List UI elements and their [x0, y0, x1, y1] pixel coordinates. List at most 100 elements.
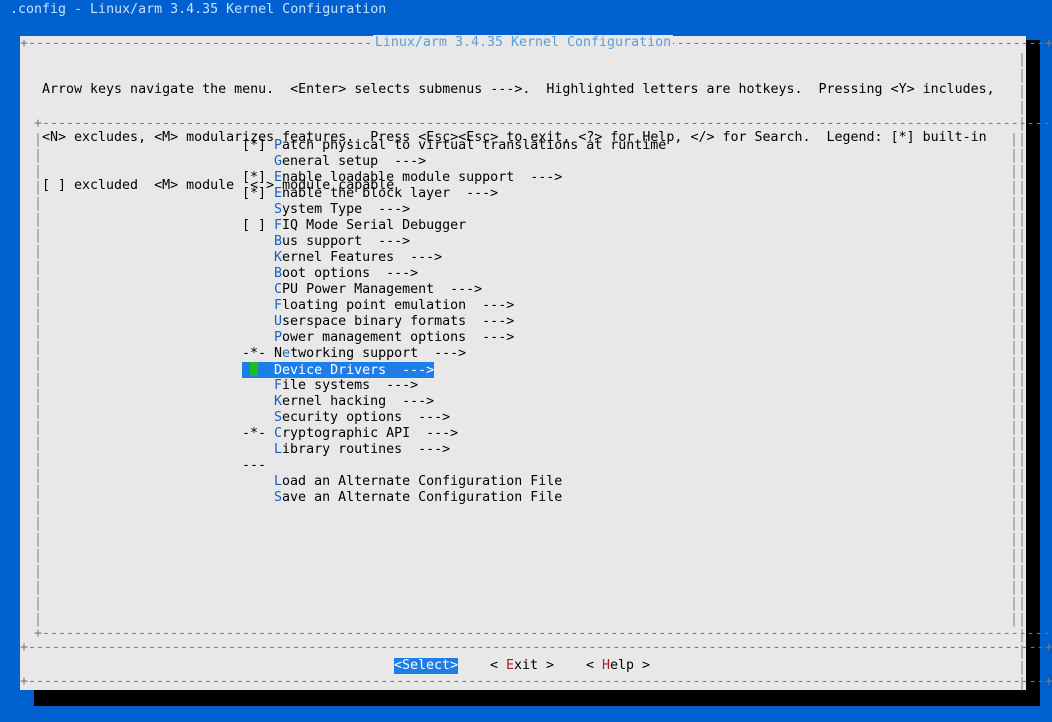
- menu-item-prefix: [242, 314, 274, 329]
- menu-box-border-right-segment: |: [1010, 340, 1019, 355]
- menu-box-border-right-segment: |: [1010, 484, 1019, 499]
- dialog-border-right-segment: |: [1018, 276, 1027, 291]
- menu-item-label: serspace binary formats --->: [282, 314, 515, 329]
- menu-box-border-left-segment: |: [34, 244, 43, 259]
- menu-item-label: ecurity options --->: [282, 410, 451, 425]
- menu-box-border-left-segment: |: [34, 308, 43, 323]
- dialog-border-right-segment: |: [1018, 452, 1027, 467]
- dialog-border-right-segment: |: [1018, 180, 1027, 195]
- dialog-border-right-segment: |: [1018, 260, 1027, 275]
- dialog-border-right-segment: |: [1018, 420, 1027, 435]
- menu-item[interactable]: Kernel hacking --->: [242, 394, 434, 410]
- menu-box-border-left-segment: |: [34, 580, 43, 595]
- menu-item[interactable]: [*] Patch physical to virtual translatio…: [242, 138, 666, 154]
- menu-item-hotkey: S: [274, 490, 283, 505]
- menu-box-border-right-segment: |: [1010, 132, 1019, 147]
- dialog-shadow-right: [1026, 40, 1040, 706]
- menu-item[interactable]: Floating point emulation --->: [242, 298, 514, 314]
- select-button[interactable]: <Select>: [394, 658, 459, 674]
- menu-item[interactable]: Security options --->: [242, 410, 450, 426]
- dialog-border-right-segment: |: [1018, 660, 1027, 675]
- menu-item-label: ibrary routines --->: [282, 442, 451, 457]
- menu-item[interactable]: [ ] FIQ Mode Serial Debugger: [242, 218, 466, 234]
- menu-item[interactable]: Power management options --->: [242, 330, 514, 346]
- menu-item-label: ystem Type --->: [282, 202, 411, 217]
- window-title: .config - Linux/arm 3.4.35 Kernel Config…: [10, 2, 387, 17]
- menu-item-prefix: [*]: [242, 186, 275, 201]
- help-button[interactable]: < Help >: [586, 658, 650, 674]
- menu-item[interactable]: CPU Power Management --->: [242, 282, 482, 298]
- menu-box-border-right-segment: |: [1010, 148, 1019, 163]
- menu-item-hotkey: F: [274, 378, 283, 393]
- menu-item[interactable]: General setup --->: [242, 154, 426, 170]
- menu-item-hotkey: B: [274, 234, 283, 249]
- menu-item[interactable]: File systems --->: [242, 378, 418, 394]
- menu-item[interactable]: Save an Alternate Configuration File: [242, 490, 562, 506]
- menu-box-border-right-segment: |: [1010, 580, 1019, 595]
- menu-item-hotkey: E: [274, 186, 283, 201]
- menu-item-label: us support --->: [282, 234, 411, 249]
- menu-box-border-right-segment: |: [1010, 468, 1019, 483]
- dialog-border-right-segment: |: [1018, 308, 1027, 323]
- menu-box-border-left-segment: |: [34, 324, 43, 339]
- menu-item-label: ower management options --->: [282, 330, 515, 345]
- menu-item[interactable]: Bus support --->: [242, 234, 410, 250]
- menu-item-label: PU Power Management --->: [282, 282, 483, 297]
- menu-item[interactable]: Library routines --->: [242, 442, 450, 458]
- menu-item[interactable]: Load an Alternate Configuration File: [242, 474, 562, 490]
- kernel-config-dialog: +---------------------------------------…: [20, 35, 1052, 691]
- dialog-border-right-segment: |: [1018, 212, 1027, 227]
- menu-item[interactable]: System Type --->: [242, 202, 410, 218]
- menu-item[interactable]: -*- Cryptographic API --->: [242, 426, 458, 442]
- menu-item[interactable]: [*] Enable the block layer --->: [242, 186, 498, 202]
- dialog-border-right-segment: |: [1018, 468, 1027, 483]
- menu-item-hotkey: e: [282, 346, 291, 361]
- menu-item-prefix: [242, 330, 274, 345]
- menu-item-selected[interactable]: Device Drivers --->: [242, 362, 435, 378]
- menu-box-border-right-segment: |: [1010, 532, 1019, 547]
- menu-item-hotkey: K: [274, 394, 283, 409]
- menu-item-prefix: [242, 234, 274, 249]
- menu-box-border-right-segment: |: [1010, 548, 1019, 563]
- menu-box-border-right-segment: |: [1010, 196, 1019, 211]
- menu-item-hotkey: L: [274, 474, 283, 489]
- menu-item-prefix: [242, 298, 274, 313]
- menu-box-border-right-segment: |: [1010, 164, 1019, 179]
- menu-box-border-left-segment: |: [34, 532, 43, 547]
- menu-box-border-left-segment: |: [34, 388, 43, 403]
- dialog-border-right-segment: |: [1018, 372, 1027, 387]
- menu-item-hotkey: D: [274, 363, 283, 378]
- dialog-border-right-segment: |: [1018, 612, 1027, 627]
- menu-box-border-left-segment: |: [34, 452, 43, 467]
- dialog-border-right-segment: |: [1018, 548, 1027, 563]
- dialog-border-right-segment: |: [1018, 244, 1027, 259]
- menu-box-border-left-segment: |: [34, 436, 43, 451]
- exit-button[interactable]: < Exit >: [490, 658, 554, 674]
- menu-item-hotkey: S: [274, 410, 283, 425]
- menu-item-prefix: [242, 202, 274, 217]
- dialog-border-right-segment: |: [1018, 500, 1027, 515]
- menu-item-label: nable loadable module support --->: [282, 170, 563, 185]
- menu-box-border-left-segment: |: [34, 500, 43, 515]
- menu-box-border-left-segment: |: [34, 228, 43, 243]
- menu-item[interactable]: Boot options --->: [242, 266, 418, 282]
- menu-item[interactable]: Kernel Features --->: [242, 250, 442, 266]
- menu-item-prefix: [242, 282, 274, 297]
- menu-item[interactable]: [*] Enable loadable module support --->: [242, 170, 562, 186]
- menu-item-label: loating point emulation --->: [282, 298, 515, 313]
- dialog-border-right-segment: |: [1018, 148, 1027, 163]
- menu-box-border-left-segment: |: [34, 196, 43, 211]
- menu-item-label: eneral setup --->: [282, 154, 427, 169]
- menu-item-prefix: [242, 154, 274, 169]
- menu-box-border-left-segment: |: [34, 516, 43, 531]
- menu-item-prefix: -*-: [242, 426, 275, 441]
- dialog-border-right-segment: |: [1018, 100, 1027, 115]
- menu-box-border-left-segment: |: [34, 164, 43, 179]
- menu-item-prefix: [*]: [242, 170, 275, 185]
- terminal-title-bar: .config - Linux/arm 3.4.35 Kernel Config…: [0, 0, 1052, 28]
- menu-item[interactable]: -*- Networking support --->: [242, 346, 466, 362]
- button-area-divider: +---------------------------------------…: [20, 640, 1052, 655]
- menu-item-prefix: ---: [242, 458, 275, 473]
- menu-item[interactable]: ---: [242, 458, 274, 474]
- menu-item[interactable]: Userspace binary formats --->: [242, 314, 514, 330]
